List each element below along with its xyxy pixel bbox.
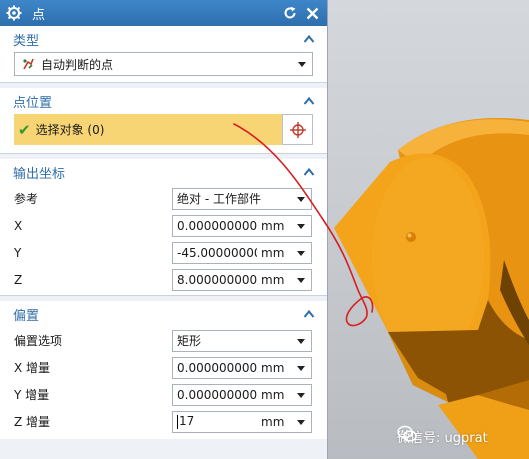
annotation-arrow	[233, 123, 374, 327]
